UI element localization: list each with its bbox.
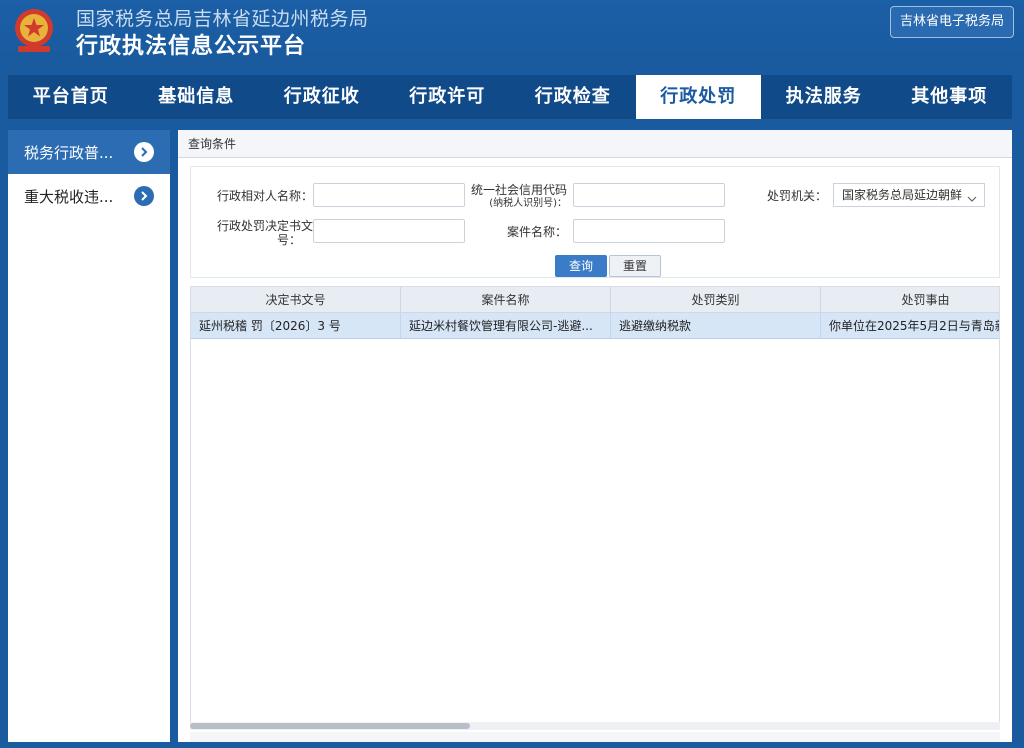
org-title: 国家税务总局吉林省延边州税务局: [76, 8, 369, 30]
case-name-label: 案件名称：: [506, 225, 567, 239]
credit-code-label: 统一社会信用代码: [470, 183, 567, 197]
chevron-down-icon: [967, 189, 977, 208]
authority-selected-value: 国家税务总局延边朝鲜: [842, 188, 963, 202]
table-header: 决定书文号 案件名称 处罚类别 处罚事由: [191, 287, 999, 313]
decision-no-label: 行政处罚决定书文: [216, 219, 313, 233]
nav-item-service[interactable]: 执法服务: [761, 75, 887, 119]
nav-item-collection[interactable]: 行政征收: [259, 75, 385, 119]
platform-title: 行政执法信息公示平台: [76, 34, 307, 59]
column-header[interactable]: 处罚类别: [611, 287, 821, 312]
sidebar-item-label: 税务行政普...: [24, 143, 114, 162]
header-bar: 国家税务总局吉林省延边州税务局 行政执法信息公示平台 吉林省电子税务局: [0, 0, 1024, 70]
nav-item-inspection[interactable]: 行政检查: [510, 75, 636, 119]
nav-item-penalty[interactable]: 行政处罚: [635, 75, 761, 119]
sidebar-item-label: 重大税收违...: [24, 187, 114, 206]
nav-item-basic-info[interactable]: 基础信息: [134, 75, 260, 119]
nav-item-home[interactable]: 平台首页: [8, 75, 134, 119]
column-header[interactable]: 处罚事由: [821, 287, 999, 312]
horizontal-scrollbar[interactable]: [190, 722, 1000, 730]
etax-bureau-button[interactable]: 吉林省电子税务局: [890, 6, 1014, 38]
sidebar-item-major-violation[interactable]: 重大税收违...: [8, 174, 170, 218]
pager-strip: [190, 732, 1000, 742]
sidebar-item-general-penalty[interactable]: 税务行政普...: [8, 130, 170, 174]
table-row[interactable]: 延州税稽 罚〔2026〕3 号 延边米村餐饮管理有限公司-逃避... 逃避缴纳税…: [191, 313, 999, 339]
nav-item-permit[interactable]: 行政许可: [385, 75, 511, 119]
decision-no-input[interactable]: [313, 219, 465, 243]
sidebar: 税务行政普... 重大税收违...: [8, 130, 170, 742]
query-section-title: 查询条件: [178, 130, 1012, 158]
authority-select[interactable]: 国家税务总局延边朝鲜: [833, 183, 985, 207]
reset-button[interactable]: 重置: [609, 255, 661, 277]
chevron-right-icon: [134, 142, 154, 162]
case-name-input[interactable]: [573, 219, 725, 243]
credit-code-sublabel: (纳税人识别号)：: [489, 198, 567, 209]
column-header[interactable]: 决定书文号: [191, 287, 401, 312]
chevron-right-icon: [134, 186, 154, 206]
authority-label: 处罚机关：: [766, 189, 827, 203]
results-table: 决定书文号 案件名称 处罚类别 处罚事由 延州税稽 罚〔2026〕3 号 延边米…: [190, 286, 1000, 726]
main-nav: 平台首页 基础信息 行政征收 行政许可 行政检查 行政处罚 执法服务 其他事项: [8, 75, 1012, 119]
party-name-input[interactable]: [313, 183, 465, 207]
query-button[interactable]: 查询: [555, 255, 607, 277]
nav-item-other[interactable]: 其他事项: [887, 75, 1013, 119]
decision-no-label-suffix: 号：: [276, 233, 301, 247]
main-panel: 查询条件 行政相对人名称： 统一社会信用代码 (纳税人识别号)： 处罚机关： 国…: [178, 130, 1012, 742]
table-cell: 延州税稽 罚〔2026〕3 号: [191, 313, 401, 338]
party-name-label: 行政相对人名称：: [216, 189, 313, 203]
table-cell: 你单位在2025年5月2日与青岛新...: [821, 313, 999, 338]
query-form: 行政相对人名称： 统一社会信用代码 (纳税人识别号)： 处罚机关： 国家税务总局…: [190, 166, 1000, 278]
scrollbar-thumb[interactable]: [190, 723, 470, 729]
column-header[interactable]: 案件名称: [401, 287, 611, 312]
tax-emblem-logo: [10, 6, 58, 56]
table-cell: 延边米村餐饮管理有限公司-逃避...: [401, 313, 611, 338]
table-cell: 逃避缴纳税款: [611, 313, 821, 338]
credit-code-input[interactable]: [573, 183, 725, 207]
